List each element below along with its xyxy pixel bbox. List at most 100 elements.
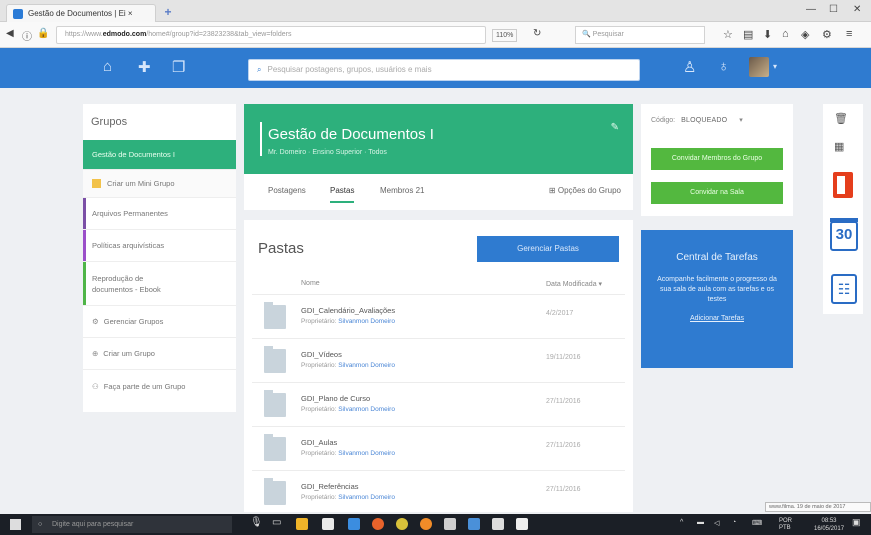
folder-name[interactable]: GDI_Plano de Curso <box>301 394 370 403</box>
windows-start-icon[interactable] <box>10 519 21 530</box>
add-tasks-link[interactable]: Adicionar Tarefas <box>641 315 793 322</box>
app-header: ⌂ ✚ ❐ ⌕ Pesquisar postagens, grupos, usuá… <box>0 48 871 88</box>
backpack-icon[interactable]: ♙ <box>683 58 696 76</box>
progress-icon[interactable]: ✚ <box>138 58 151 76</box>
microphone-icon[interactable]: 🎙 <box>250 517 263 528</box>
taskbar-clock[interactable]: 08:53 16/05/2017 <box>814 517 844 533</box>
calendar-30-icon[interactable]: 30 <box>830 218 858 251</box>
volume-icon[interactable]: ◁ <box>714 519 719 527</box>
user-avatar[interactable] <box>749 57 769 77</box>
close-window-icon[interactable]: ✕ <box>853 4 861 15</box>
owner-link[interactable]: Silvanmon Domeiro <box>338 494 395 501</box>
battery-icon[interactable]: ▬ <box>697 519 704 526</box>
group-options-button[interactable]: ⊞ Opções do Grupo <box>549 186 621 195</box>
owner-link[interactable]: Silvanmon Domeiro <box>338 406 395 413</box>
folder-date: 4/2/2017 <box>546 310 574 317</box>
library-icon[interactable]: ▤ <box>743 28 753 41</box>
reload-icon[interactable]: ↻ <box>533 28 541 39</box>
folder-row[interactable]: GDI_Calendário_Avaliações Proprietário: … <box>252 294 625 338</box>
back-arrow-icon[interactable]: ◀ <box>6 28 14 39</box>
new-tab-plus-icon[interactable]: + <box>160 5 176 19</box>
group-color-bar <box>83 230 86 261</box>
url-bar[interactable]: https://www.edmodo.com/home#/group?id=23… <box>56 26 486 44</box>
chevron-down-icon[interactable]: ▾ <box>773 62 777 71</box>
owner-link[interactable]: Silvanmon Domeiro <box>338 450 395 457</box>
tab-membros[interactable]: Membros 21 <box>380 186 424 195</box>
folder-name[interactable]: GDI_Calendário_Avaliações <box>301 306 395 315</box>
pocket-icon[interactable]: ◈ <box>801 28 809 41</box>
word-icon[interactable] <box>468 518 480 530</box>
home-icon[interactable]: ⌂ <box>103 58 112 75</box>
app-icon[interactable] <box>444 518 456 530</box>
minimize-icon[interactable]: — <box>806 4 816 15</box>
invite-members-button[interactable]: Convidar Membros do Grupo <box>651 148 783 170</box>
sidebar-item-create-group[interactable]: ⊕ Criar um Grupo <box>83 338 236 370</box>
sidebar-item-reproducao[interactable]: Reprodução de documentos - Ebook <box>83 262 236 306</box>
sidebar-item-label: Reprodução de documentos - Ebook <box>92 273 161 294</box>
sidebar-item-create-mini-group[interactable]: Criar um Mini Grupo <box>83 170 236 198</box>
notifications-icon[interactable]: ▣ <box>852 517 861 528</box>
app-search-input[interactable]: ⌕ Pesquisar postagens, grupos, usuários e… <box>248 59 640 81</box>
library-book-icon[interactable]: ❐ <box>172 58 185 76</box>
owner-link[interactable]: Silvanmon Domeiro <box>338 362 395 369</box>
keyboard-icon[interactable]: ⌨ <box>752 519 762 527</box>
folder-name[interactable]: GDI_Referências <box>301 482 359 491</box>
sidebar-item-gestao[interactable]: Gestão de Documentos I <box>83 140 236 170</box>
tab-postagens[interactable]: Postagens <box>268 186 306 195</box>
edit-pencil-icon[interactable]: ✎ <box>611 122 619 133</box>
search-icon: 🔍 <box>582 31 591 38</box>
zoom-level[interactable]: 110% <box>492 29 518 42</box>
home-icon[interactable]: ⌂ <box>782 28 789 40</box>
browser-search-input[interactable]: 🔍 Pesquisar <box>575 26 705 44</box>
photos-icon[interactable] <box>516 518 528 530</box>
office365-icon[interactable] <box>833 172 853 198</box>
menu-icon[interactable]: ≡ <box>846 28 852 40</box>
sidebar-item-label: Gestão de Documentos I <box>92 150 175 159</box>
edge-icon[interactable] <box>348 518 360 530</box>
column-header-name[interactable]: Nome <box>301 280 320 287</box>
vlc-icon[interactable] <box>420 518 432 530</box>
extensions-icon[interactable]: ⚙ <box>822 28 832 41</box>
owner-link[interactable]: Silvanmon Domeiro <box>338 318 395 325</box>
chevron-down-icon[interactable]: ▾ <box>739 117 743 124</box>
chrome-icon[interactable] <box>396 518 408 530</box>
group-code[interactable]: Código: BLOQUEADO ▾ <box>651 116 743 124</box>
language-indicator[interactable]: POR PTB <box>779 518 805 532</box>
groups-sidebar: Grupos Gestão de Documentos I Criar um M… <box>83 104 236 412</box>
apps-grid-icon[interactable]: ▦ <box>834 140 844 153</box>
column-header-date[interactable]: Data Modificada ▾ <box>546 280 602 288</box>
firefox-icon[interactable] <box>372 518 384 530</box>
bookmark-star-icon[interactable]: ☆ <box>723 28 733 41</box>
folder-date: 27/11/2016 <box>546 486 581 493</box>
trash-icon[interactable]: 🗑 <box>834 112 848 125</box>
mini-group-square-icon <box>92 179 101 188</box>
folder-owner: Proprietário: Silvanmon Domeiro <box>301 494 395 501</box>
store-icon[interactable] <box>322 518 334 530</box>
edmodo-favicon-icon <box>13 8 23 19</box>
manage-folders-button[interactable]: Gerenciar Pastas <box>477 236 619 262</box>
browser-tab[interactable]: Gestão de Documentos | Ei × <box>6 4 156 22</box>
quiz-checklist-icon[interactable]: ☷ <box>831 274 857 304</box>
chevron-up-icon[interactable]: ^ <box>680 519 683 526</box>
sidebar-item-politicas[interactable]: Políticas arquivísticas <box>83 230 236 262</box>
folder-row[interactable]: GDI_Vídeos Proprietário: Silvanmon Domei… <box>252 338 625 382</box>
folder-row[interactable]: GDI_Aulas Proprietário: Silvanmon Domeir… <box>252 426 625 470</box>
tab-pastas[interactable]: Pastas <box>330 186 355 203</box>
wifi-icon[interactable]: ◔ <box>732 519 736 526</box>
folder-name[interactable]: GDI_Vídeos <box>301 350 342 359</box>
sidebar-item-join-group[interactable]: ⚇ Faça parte de um Grupo <box>83 370 236 402</box>
folder-row[interactable]: GDI_Referências Proprietário: Silvanmon … <box>252 470 625 512</box>
notifications-bell-icon[interactable]: ♁ <box>718 58 729 75</box>
maximize-icon[interactable]: ☐ <box>829 4 838 15</box>
paint-icon[interactable] <box>492 518 504 530</box>
sidebar-item-arquivos[interactable]: Arquivos Permanentes <box>83 198 236 230</box>
invite-class-button[interactable]: Convidar na Sala <box>651 182 783 204</box>
sidebar-item-manage-groups[interactable]: ⚙ Gerenciar Grupos <box>83 306 236 338</box>
file-explorer-icon[interactable] <box>296 518 308 530</box>
download-icon[interactable]: ⬇ <box>763 28 772 41</box>
taskbar-search-input[interactable]: Digite aqui para pesquisar <box>32 516 232 533</box>
folder-name[interactable]: GDI_Aulas <box>301 438 337 447</box>
folder-row[interactable]: GDI_Plano de Curso Proprietário: Silvanm… <box>252 382 625 426</box>
task-view-icon[interactable]: ▭ <box>272 517 281 528</box>
info-icon[interactable]: ⓘ <box>22 28 32 43</box>
